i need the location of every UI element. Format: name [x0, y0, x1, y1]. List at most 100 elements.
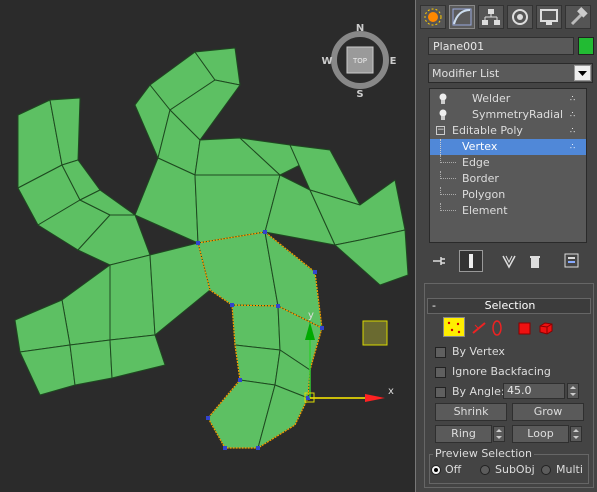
viewport-canvas[interactable]: TOP N S E W y x	[0, 0, 416, 492]
preview-subobj-radio[interactable]	[480, 465, 490, 475]
hammer-icon	[570, 7, 588, 26]
mesh-polygon[interactable]	[149, 242, 211, 336]
viewport-top[interactable]: TOP N S E W y x	[0, 0, 416, 492]
stack-item-editable-poly[interactable]: − Editable Poly ∴	[430, 123, 586, 139]
gizmo-y-label: y	[308, 310, 314, 321]
create-tab[interactable]	[420, 5, 446, 29]
stack-item-symmetryradial[interactable]: SymmetryRadial ∴	[430, 107, 586, 123]
vertex-dots-icon	[447, 321, 461, 334]
preview-off-radio[interactable]	[431, 465, 441, 475]
stack-item-label: Editable Poly	[452, 124, 523, 137]
create-sun-icon	[424, 8, 442, 26]
ring-spinner[interactable]	[493, 426, 505, 442]
stack-item-label: Border	[462, 172, 499, 185]
stack-item-label: Edge	[462, 156, 490, 169]
lightbulb-icon[interactable]	[438, 93, 448, 105]
mesh-polygon[interactable]	[109, 334, 166, 379]
stack-item-label: Vertex	[462, 140, 498, 153]
dots-icon: ∴	[570, 126, 576, 135]
utilities-tab[interactable]	[565, 5, 591, 29]
preview-multi-radio[interactable]	[541, 465, 551, 475]
mesh-polygon[interactable]	[61, 264, 111, 346]
radio-dot	[434, 468, 438, 472]
dots-icon: ∴	[570, 142, 576, 151]
modifier-list-label: Modifier List	[432, 67, 500, 80]
grow-button[interactable]: Grow	[512, 403, 584, 421]
hierarchy-icon	[482, 9, 500, 25]
lightbulb-icon[interactable]	[438, 109, 448, 121]
loop-spinner[interactable]	[570, 426, 582, 442]
object-name-field[interactable]: Plane001	[428, 37, 574, 55]
ring-button[interactable]: Ring	[435, 425, 492, 443]
gizmo-x-label: x	[388, 386, 394, 397]
dots-icon: ∴	[570, 94, 577, 103]
command-panel-tabs	[420, 3, 594, 31]
tree-line	[440, 203, 456, 211]
compass-north: N	[356, 23, 364, 34]
mesh-polygon[interactable]	[231, 304, 281, 351]
stack-item-label: Welder	[472, 92, 511, 105]
hierarchy-tab[interactable]	[478, 5, 504, 29]
by-angle-label: By Angle:	[452, 385, 505, 398]
selection-rollout: - Selection By Vertex Ignore Backfacing …	[424, 283, 594, 488]
show-end-result-button[interactable]	[459, 250, 483, 272]
mesh-polygon[interactable]	[69, 339, 113, 386]
loop-button[interactable]: Loop	[512, 425, 569, 443]
mesh-polygon[interactable]	[109, 254, 156, 341]
modifier-list-dropdown[interactable]: Modifier List	[428, 63, 593, 83]
remove-modifier-icon[interactable]	[527, 253, 543, 269]
by-vertex-label: By Vertex	[452, 345, 505, 358]
compass-south: S	[356, 89, 363, 100]
by-vertex-checkbox[interactable]	[435, 347, 446, 358]
border-mode-icon[interactable]	[489, 319, 505, 337]
display-tab[interactable]	[536, 5, 562, 29]
collapse-icon[interactable]: −	[436, 126, 445, 135]
command-panel: Plane001 Modifier List Welder ∴ Symmetry…	[417, 0, 597, 492]
compass-west: W	[321, 56, 332, 67]
preview-subobj-label: SubObj	[495, 463, 535, 476]
stack-toolbar	[429, 250, 589, 272]
polygon-mode-icon[interactable]	[516, 320, 532, 336]
modify-tab[interactable]	[449, 5, 475, 29]
display-monitor-icon	[540, 9, 558, 25]
element-mode-icon[interactable]	[537, 319, 555, 337]
stack-item-label: Polygon	[462, 188, 506, 201]
object-color-swatch[interactable]	[578, 37, 594, 55]
selection-rollout-header[interactable]: - Selection	[427, 298, 591, 314]
shrink-button[interactable]: Shrink	[435, 403, 507, 421]
stack-item-label: SymmetryRadial	[472, 108, 564, 121]
edge-mode-icon[interactable]	[471, 320, 487, 336]
vertex-mode-button[interactable]	[443, 317, 465, 337]
modifier-stack[interactable]: Welder ∴ SymmetryRadial ∴ − Editable Pol…	[429, 88, 587, 243]
ignore-backfacing-checkbox[interactable]	[435, 367, 446, 378]
stack-item-polygon[interactable]: Polygon	[430, 187, 586, 203]
motion-icon	[512, 9, 528, 25]
selection-rollout-title: Selection	[484, 299, 536, 312]
stack-item-element[interactable]: Element	[430, 203, 586, 219]
stack-item-label: Element	[462, 204, 508, 217]
by-angle-input[interactable]: 45.0	[503, 383, 565, 399]
view-cube-top-label: TOP	[352, 57, 367, 65]
compass-east: E	[390, 56, 397, 67]
stack-item-vertex[interactable]: Vertex ∴	[430, 139, 586, 155]
preview-off-label: Off	[445, 463, 462, 476]
dropdown-arrow-button[interactable]	[574, 65, 591, 81]
tree-line	[440, 171, 456, 179]
tree-line	[440, 187, 456, 195]
poly-mesh[interactable]	[14, 47, 409, 449]
configure-modifier-sets-icon[interactable]	[563, 252, 581, 270]
make-unique-icon[interactable]	[501, 253, 517, 269]
mesh-polygon[interactable]	[14, 299, 71, 353]
modify-curve-icon	[452, 8, 472, 26]
by-angle-spinner[interactable]	[567, 383, 579, 399]
by-angle-checkbox[interactable]	[435, 387, 446, 398]
mesh-polygon[interactable]	[197, 231, 279, 307]
motion-tab[interactable]	[507, 5, 533, 29]
stack-item-border[interactable]: Border	[430, 171, 586, 187]
mesh-polygon[interactable]	[19, 344, 76, 396]
preview-selection-title: Preview Selection	[433, 447, 535, 460]
tree-line	[440, 139, 441, 155]
stack-item-edge[interactable]: Edge	[430, 155, 586, 171]
pin-stack-icon[interactable]	[431, 253, 447, 269]
stack-item-welder[interactable]: Welder ∴	[430, 91, 586, 107]
